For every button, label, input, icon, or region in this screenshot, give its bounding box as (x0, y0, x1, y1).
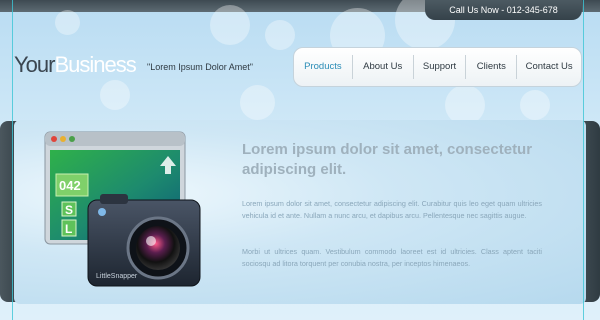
bokeh-decoration (55, 10, 80, 35)
logo-word-dark: Your (14, 52, 55, 77)
nav-item-products[interactable]: Products (294, 47, 352, 87)
bokeh-decoration (520, 90, 550, 120)
bokeh-decoration (240, 85, 275, 120)
main-nav: Products About Us Support Clients Contac… (293, 47, 582, 87)
app-illustration: 042 S L LittleSnapper (44, 131, 201, 287)
nav-item-clients[interactable]: Clients (466, 47, 516, 87)
camera-icon: LittleSnapper (87, 194, 201, 287)
page: Call Us Now - 012-345-678 YourBusiness "… (0, 0, 600, 320)
banner-paragraph-2: Morbi ut ultrices quam. Vestibulum commo… (242, 247, 542, 268)
call-us-tab: Call Us Now - 012-345-678 (425, 0, 582, 20)
bokeh-decoration (100, 80, 130, 110)
nav-item-about-us[interactable]: About Us (353, 47, 413, 87)
bokeh-decoration (445, 85, 485, 125)
layout-guide-line (583, 0, 584, 320)
logo-word-light: Business (54, 52, 136, 77)
window-number-text: 042 (59, 178, 81, 193)
tagline: "Lorem Ipsum Dolor Amet" (147, 62, 253, 72)
banner-headline: Lorem ipsum dolor sit amet, consectetur … (242, 141, 533, 178)
bokeh-decoration (265, 20, 295, 50)
camera-label-text: LittleSnapper (96, 273, 138, 280)
nav-item-contact-us[interactable]: Contact Us (517, 47, 581, 87)
layout-guide-line (12, 0, 13, 320)
nav-item-support[interactable]: Support (414, 47, 466, 87)
logo[interactable]: YourBusiness (14, 52, 137, 78)
banner-paragraph-1: Lorem ipsum dolor sit amet, consectetur … (242, 199, 542, 220)
window-letter-l-text: L (65, 222, 72, 236)
bokeh-decoration (210, 5, 250, 45)
window-letter-s-text: S (65, 203, 73, 217)
